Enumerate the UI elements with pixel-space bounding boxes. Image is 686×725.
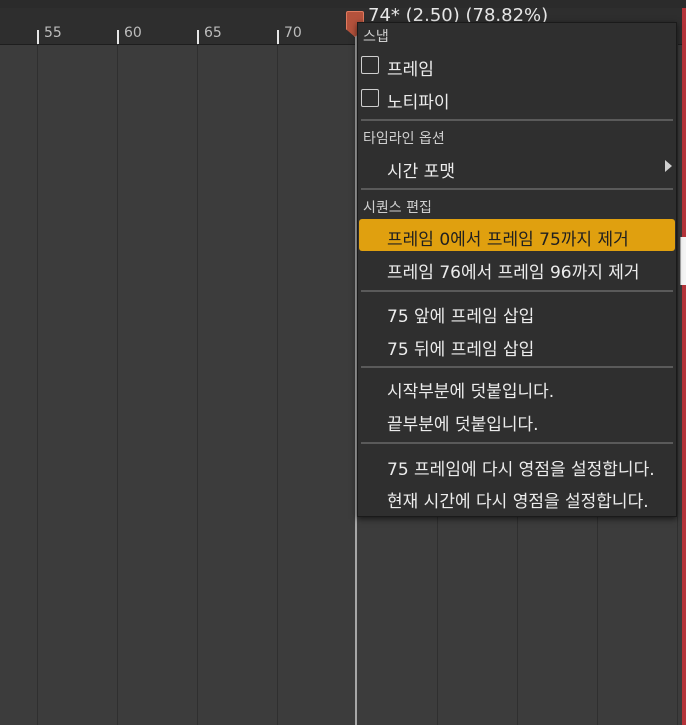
menu-header-timeline-options: 타임라인 옵션 xyxy=(363,131,445,147)
ruler-tick xyxy=(197,30,199,44)
menu-separator xyxy=(361,290,673,292)
menu-item-insert-after[interactable]: 75 뒤에 프레임 삽입 xyxy=(358,329,676,361)
range-end-marker[interactable] xyxy=(682,8,686,725)
menu-item-remove-before[interactable]: 프레임 0에서 프레임 75까지 제거 xyxy=(359,219,675,251)
menu-item-append-end[interactable]: 끝부분에 덧붙입니다. xyxy=(358,404,676,436)
menu-item-label: 노티파이 xyxy=(387,93,450,113)
ruler-tick-label: 65 xyxy=(204,25,222,41)
menu-item-label: 끝부분에 덧붙입니다. xyxy=(387,415,539,435)
menu-item-label: 시간 포맷 xyxy=(387,162,455,182)
menu-item-label: 시작부분에 덧붙입니다. xyxy=(387,382,555,402)
edge-widget[interactable] xyxy=(680,237,686,285)
menu-separator xyxy=(361,366,673,368)
menu-header-snap: 스냅 xyxy=(363,29,389,45)
menu-item-snap-notify[interactable]: 노티파이 xyxy=(358,82,676,114)
ruler-tick-label: 60 xyxy=(124,25,142,41)
menu-item-label: 프레임 xyxy=(387,60,434,80)
menu-item-time-format[interactable]: 시간 포맷 xyxy=(358,151,676,183)
menu-item-label: 75 프레임에 다시 영점을 설정합니다. xyxy=(387,460,655,480)
gridline xyxy=(677,44,678,725)
menu-item-label: 프레임 0에서 프레임 75까지 제거 xyxy=(387,230,629,250)
ruler-tick-label: 70 xyxy=(284,25,302,41)
menu-item-rezero-frame[interactable]: 75 프레임에 다시 영점을 설정합니다. xyxy=(358,449,676,481)
gridline xyxy=(277,44,278,725)
menu-item-label: 75 앞에 프레임 삽입 xyxy=(387,307,535,327)
menu-separator xyxy=(361,119,673,121)
ruler-tick xyxy=(117,30,119,44)
menu-item-label: 프레임 76에서 프레임 96까지 제거 xyxy=(387,263,640,283)
menu-item-label: 현재 시간에 다시 영점을 설정합니다. xyxy=(387,492,649,512)
menu-separator xyxy=(361,442,673,444)
gridline xyxy=(117,44,118,725)
gridline xyxy=(197,44,198,725)
menu-header-sequence-edit: 시퀀스 편집 xyxy=(363,200,432,216)
context-menu: 스냅 프레임 노티파이 타임라인 옵션 시간 포맷 시퀀스 편집 프레임 0에서… xyxy=(357,22,677,517)
menu-item-snap-frame[interactable]: 프레임 xyxy=(358,49,676,81)
checkbox-icon[interactable] xyxy=(361,56,379,74)
gridline xyxy=(37,44,38,725)
menu-item-insert-before[interactable]: 75 앞에 프레임 삽입 xyxy=(358,296,676,328)
menu-item-remove-after[interactable]: 프레임 76에서 프레임 96까지 제거 xyxy=(358,252,676,284)
triangle-right-icon xyxy=(665,160,672,172)
menu-item-label: 75 뒤에 프레임 삽입 xyxy=(387,340,535,360)
menu-item-append-start[interactable]: 시작부분에 덧붙입니다. xyxy=(358,371,676,403)
ruler-tick-label: 55 xyxy=(44,25,62,41)
ruler-tick xyxy=(37,30,39,44)
checkbox-icon[interactable] xyxy=(361,89,379,107)
menu-separator xyxy=(361,188,673,190)
timeline-editor: 55 60 65 70 74* (2.50) (78.82%) 스냅 프레임 노… xyxy=(0,0,686,725)
menu-item-rezero-current-time[interactable]: 현재 시간에 다시 영점을 설정합니다. xyxy=(358,481,676,513)
ruler-tick xyxy=(277,30,279,44)
